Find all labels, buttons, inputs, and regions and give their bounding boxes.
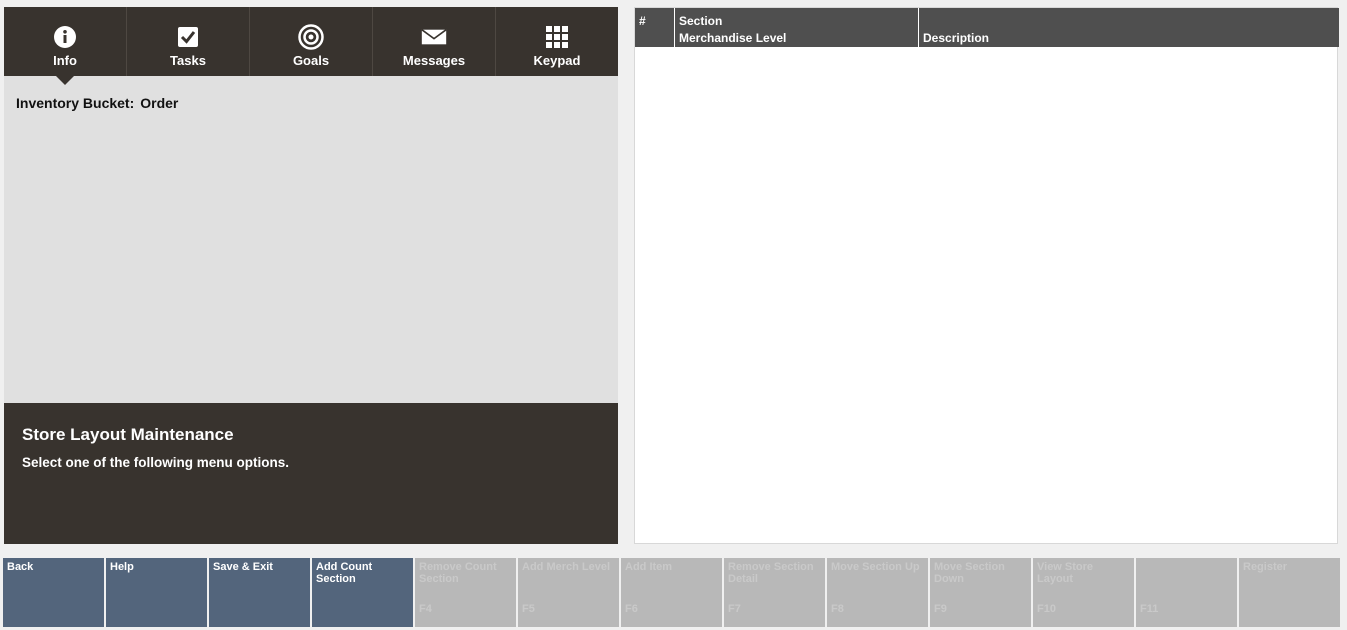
column-header-section-line1: Section [679, 14, 723, 28]
register-button: Register [1239, 558, 1340, 627]
target-icon [298, 24, 324, 50]
view-store-layout-button-label: View Store Layout [1037, 561, 1094, 585]
tab-info[interactable]: Info [4, 7, 127, 85]
keypad-grid-icon [544, 24, 570, 50]
tab-goals[interactable]: Goals [250, 7, 373, 76]
move-section-down-button-label: Move Section Down [934, 561, 1005, 585]
remove-count-section-button: Remove Count Section F4 [415, 558, 516, 627]
move-section-up-key-code: F8 [831, 603, 844, 615]
tab-keypad[interactable]: Keypad [496, 7, 618, 76]
info-icon [52, 24, 78, 50]
function-key-bar: Back Help Save & Exit Add Count Section … [3, 558, 1343, 627]
tab-tasks[interactable]: Tasks [127, 7, 250, 76]
back-button[interactable]: Back [3, 558, 104, 627]
add-merch-level-button-label: Add Merch Level [522, 561, 611, 573]
column-header-description[interactable]: Description [919, 8, 1339, 47]
view-store-layout-key-code: F10 [1037, 603, 1056, 615]
remove-section-detail-button: Remove Section Detail F7 [724, 558, 825, 627]
column-header-section[interactable]: Section Merchandise Level [675, 8, 919, 47]
tab-messages[interactable]: Messages [373, 7, 496, 76]
column-header-number[interactable]: # [635, 8, 675, 47]
tab-goals-label: Goals [292, 53, 330, 68]
checkbox-icon [175, 24, 201, 50]
add-count-section-button[interactable]: Add Count Section [312, 558, 413, 627]
tab-tasks-label: Tasks [170, 53, 206, 68]
inventory-bucket: Inventory Bucket: Order [16, 95, 178, 111]
tab-info-label: Info [53, 53, 77, 68]
f11-button: F11 [1136, 558, 1237, 627]
help-button[interactable]: Help [106, 558, 207, 627]
add-item-button-label: Add Item [625, 561, 673, 573]
remove-section-detail-key-code: F7 [728, 603, 741, 615]
add-item-button: Add Item F6 [621, 558, 722, 627]
inventory-bucket-value: Order [140, 95, 179, 111]
save-exit-button-label: Save & Exit [213, 561, 273, 573]
table-header: # Section Merchandise Level Description [635, 8, 1339, 47]
prompt-area: Store Layout Maintenance Select one of t… [4, 403, 618, 544]
help-button-label: Help [110, 561, 134, 573]
add-merch-level-button: Add Merch Level F5 [518, 558, 619, 627]
f11-key-code: F11 [1140, 603, 1159, 615]
remove-section-detail-button-label: Remove Section Detail [728, 561, 814, 585]
prompt-message: Select one of the following menu options… [22, 455, 290, 470]
back-button-label: Back [7, 561, 34, 573]
move-section-up-button-label: Move Section Up [831, 561, 920, 573]
register-button-label: Register [1243, 561, 1288, 573]
left-panel: Info Tasks Goals Messages Keypad Invento… [4, 7, 618, 544]
move-section-down-key-code: F9 [934, 603, 947, 615]
save-exit-button[interactable]: Save & Exit [209, 558, 310, 627]
envelope-icon [421, 24, 447, 50]
add-merch-level-key-code: F5 [522, 603, 535, 615]
move-section-down-button: Move Section Down F9 [930, 558, 1031, 627]
move-section-up-button: Move Section Up F8 [827, 558, 928, 627]
section-table: # Section Merchandise Level Description [634, 7, 1339, 544]
tab-messages-label: Messages [402, 53, 466, 68]
prompt-title: Store Layout Maintenance [22, 425, 234, 444]
inventory-bucket-label: Inventory Bucket: [16, 95, 135, 111]
remove-count-section-button-label: Remove Count Section [419, 561, 497, 585]
view-store-layout-button: View Store Layout F10 [1033, 558, 1134, 627]
column-header-section-line2: Merchandise Level [679, 31, 787, 45]
add-item-key-code: F6 [625, 603, 638, 615]
tab-bar: Info Tasks Goals Messages Keypad [4, 7, 618, 85]
tab-keypad-label: Keypad [533, 53, 581, 68]
remove-count-section-key-code: F4 [419, 603, 432, 615]
add-count-section-button-label: Add Count Section [316, 561, 373, 585]
